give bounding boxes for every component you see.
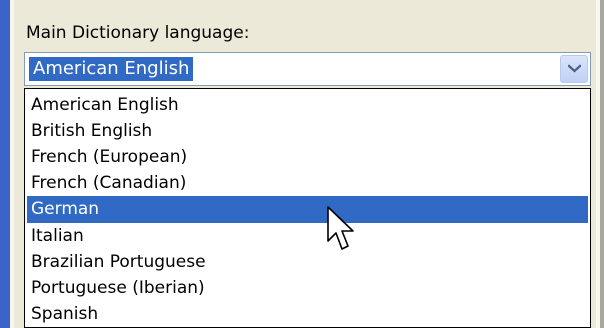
language-options-list[interactable]: American English British English French … — [24, 88, 591, 328]
selected-language-value[interactable]: American English — [29, 57, 194, 81]
language-option-french-european[interactable]: French (European) — [27, 144, 588, 171]
dropdown-open-button[interactable] — [560, 55, 588, 83]
dictionary-settings-panel: Main Dictionary language: American Engli… — [0, 0, 604, 328]
chevron-down-icon — [568, 64, 581, 73]
main-dictionary-language-combo[interactable]: American English — [24, 52, 591, 86]
language-option-american-english[interactable]: American English — [27, 92, 588, 119]
language-option-british-english[interactable]: British English — [27, 118, 588, 145]
language-option-brazilian-portuguese[interactable]: Brazilian Portuguese — [27, 249, 588, 276]
language-option-portuguese-iberian[interactable]: Portuguese (Iberian) — [27, 275, 588, 302]
language-option-french-canadian[interactable]: French (Canadian) — [27, 170, 588, 197]
window-left-edge — [0, 0, 14, 328]
window-right-edge — [596, 0, 604, 328]
language-option-italian[interactable]: Italian — [27, 223, 588, 250]
language-option-spanish[interactable]: Spanish — [27, 301, 588, 327]
main-dictionary-language-label: Main Dictionary language: — [26, 23, 250, 43]
language-option-german[interactable]: German — [27, 196, 588, 223]
